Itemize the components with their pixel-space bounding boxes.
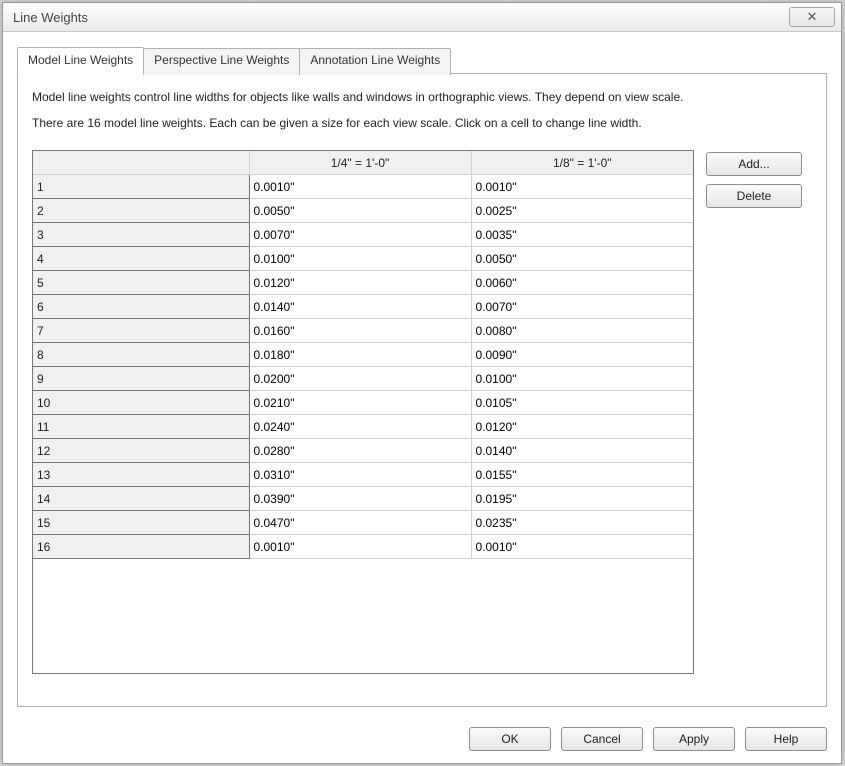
line-weights-table: 1/4" = 1'-0" 1/8" = 1'-0" 10.0010"0.0010… (33, 151, 693, 559)
tab-perspective-line-weights[interactable]: Perspective Line Weights (143, 48, 300, 75)
cell-scale-2[interactable]: 0.0035" (471, 223, 693, 247)
close-button[interactable]: ✕ (789, 7, 835, 27)
cell-scale-1[interactable]: 0.0200" (249, 367, 471, 391)
add-button[interactable]: Add... (706, 152, 802, 176)
cell-scale-1[interactable]: 0.0050" (249, 199, 471, 223)
row-header[interactable]: 3 (33, 223, 249, 247)
cell-scale-2[interactable]: 0.0080" (471, 319, 693, 343)
column-header-scale-1[interactable]: 1/4" = 1'-0" (249, 151, 471, 175)
cell-scale-1[interactable]: 0.0390" (249, 487, 471, 511)
window-title: Line Weights (13, 10, 789, 25)
cell-scale-1[interactable]: 0.0180" (249, 343, 471, 367)
row-header[interactable]: 5 (33, 271, 249, 295)
row-header[interactable]: 2 (33, 199, 249, 223)
cell-scale-2[interactable]: 0.0195" (471, 487, 693, 511)
row-header[interactable]: 10 (33, 391, 249, 415)
tab-model-line-weights[interactable]: Model Line Weights (17, 47, 144, 74)
cell-scale-2[interactable]: 0.0140" (471, 439, 693, 463)
column-header-index[interactable] (33, 151, 249, 175)
table-row: 100.0210"0.0105" (33, 391, 693, 415)
table-row: 130.0310"0.0155" (33, 463, 693, 487)
cell-scale-2[interactable]: 0.0050" (471, 247, 693, 271)
line-weights-dialog: Line Weights ✕ Model Line Weights Perspe… (2, 2, 842, 764)
cell-scale-1[interactable]: 0.0240" (249, 415, 471, 439)
cell-scale-2[interactable]: 0.0060" (471, 271, 693, 295)
cell-scale-1[interactable]: 0.0140" (249, 295, 471, 319)
row-header[interactable]: 13 (33, 463, 249, 487)
description-line-2: There are 16 model line weights. Each ca… (32, 116, 812, 130)
row-header[interactable]: 7 (33, 319, 249, 343)
table-row: 140.0390"0.0195" (33, 487, 693, 511)
cell-scale-1[interactable]: 0.0280" (249, 439, 471, 463)
cell-scale-1[interactable]: 0.0100" (249, 247, 471, 271)
close-icon: ✕ (807, 9, 818, 25)
table-row: 80.0180"0.0090" (33, 343, 693, 367)
cell-scale-1[interactable]: 0.0310" (249, 463, 471, 487)
table-body: 10.0010"0.0010"20.0050"0.0025"30.0070"0.… (33, 175, 693, 559)
dialog-footer: OK Cancel Apply Help (3, 717, 841, 763)
cell-scale-1[interactable]: 0.0010" (249, 175, 471, 199)
table-header-row: 1/4" = 1'-0" 1/8" = 1'-0" (33, 151, 693, 175)
apply-button[interactable]: Apply (653, 727, 735, 751)
tab-label: Perspective Line Weights (154, 53, 289, 67)
table-row: 50.0120"0.0060" (33, 271, 693, 295)
cell-scale-2[interactable]: 0.0120" (471, 415, 693, 439)
row-header[interactable]: 9 (33, 367, 249, 391)
tab-panel-model: Model line weights control line widths f… (17, 73, 827, 707)
cell-scale-2[interactable]: 0.0235" (471, 511, 693, 535)
table-row: 160.0010"0.0010" (33, 535, 693, 559)
row-header[interactable]: 14 (33, 487, 249, 511)
cell-scale-2[interactable]: 0.0010" (471, 535, 693, 559)
tab-label: Model Line Weights (28, 53, 133, 67)
table-row: 70.0160"0.0080" (33, 319, 693, 343)
row-header[interactable]: 8 (33, 343, 249, 367)
table-row: 120.0280"0.0140" (33, 439, 693, 463)
row-header[interactable]: 11 (33, 415, 249, 439)
table-row: 150.0470"0.0235" (33, 511, 693, 535)
tab-annotation-line-weights[interactable]: Annotation Line Weights (299, 48, 451, 75)
cell-scale-1[interactable]: 0.0160" (249, 319, 471, 343)
table-row: 90.0200"0.0100" (33, 367, 693, 391)
table-row: 20.0050"0.0025" (33, 199, 693, 223)
line-weights-table-container: 1/4" = 1'-0" 1/8" = 1'-0" 10.0010"0.0010… (32, 150, 694, 674)
description-line-1: Model line weights control line widths f… (32, 90, 812, 104)
cell-scale-2[interactable]: 0.0090" (471, 343, 693, 367)
cancel-button[interactable]: Cancel (561, 727, 643, 751)
table-row: 10.0010"0.0010" (33, 175, 693, 199)
cell-scale-2[interactable]: 0.0025" (471, 199, 693, 223)
cell-scale-2[interactable]: 0.0105" (471, 391, 693, 415)
cell-scale-2[interactable]: 0.0155" (471, 463, 693, 487)
cell-scale-2[interactable]: 0.0070" (471, 295, 693, 319)
row-header[interactable]: 16 (33, 535, 249, 559)
dialog-body: Model Line Weights Perspective Line Weig… (3, 32, 841, 717)
cell-scale-1[interactable]: 0.0010" (249, 535, 471, 559)
tab-label: Annotation Line Weights (310, 53, 440, 67)
ok-button[interactable]: OK (469, 727, 551, 751)
side-button-column: Add... Delete (706, 150, 802, 696)
table-row: 110.0240"0.0120" (33, 415, 693, 439)
cell-scale-2[interactable]: 0.0100" (471, 367, 693, 391)
row-header[interactable]: 12 (33, 439, 249, 463)
cell-scale-1[interactable]: 0.0120" (249, 271, 471, 295)
column-header-scale-2[interactable]: 1/8" = 1'-0" (471, 151, 693, 175)
help-button[interactable]: Help (745, 727, 827, 751)
row-header[interactable]: 4 (33, 247, 249, 271)
cell-scale-2[interactable]: 0.0010" (471, 175, 693, 199)
table-row: 60.0140"0.0070" (33, 295, 693, 319)
row-header[interactable]: 6 (33, 295, 249, 319)
cell-scale-1[interactable]: 0.0070" (249, 223, 471, 247)
tabstrip: Model Line Weights Perspective Line Weig… (17, 46, 827, 73)
table-row: 30.0070"0.0035" (33, 223, 693, 247)
cell-scale-1[interactable]: 0.0210" (249, 391, 471, 415)
titlebar: Line Weights ✕ (3, 3, 841, 32)
row-header[interactable]: 1 (33, 175, 249, 199)
content-row: 1/4" = 1'-0" 1/8" = 1'-0" 10.0010"0.0010… (32, 150, 812, 696)
table-row: 40.0100"0.0050" (33, 247, 693, 271)
cell-scale-1[interactable]: 0.0470" (249, 511, 471, 535)
row-header[interactable]: 15 (33, 511, 249, 535)
delete-button[interactable]: Delete (706, 184, 802, 208)
